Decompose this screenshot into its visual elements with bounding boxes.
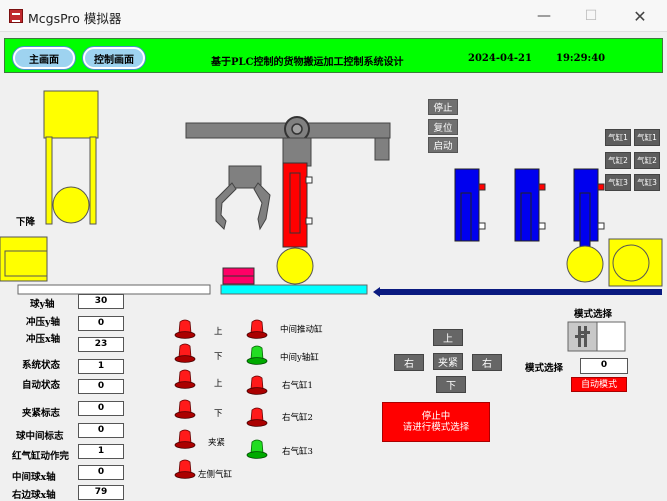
blue-cylinder-3 — [566, 168, 605, 283]
readout-value: 79 — [78, 485, 124, 500]
mode-value: 0 — [580, 358, 628, 374]
lamp-icon — [174, 459, 196, 479]
stop-button[interactable]: 停止 — [428, 99, 458, 115]
readout-label: 冲压x轴 — [26, 334, 61, 345]
readout-label: 中间球x轴 — [12, 472, 56, 483]
start-button[interactable]: 启动 — [428, 137, 458, 153]
readout-value: 0 — [78, 423, 124, 438]
manual-clamp-button[interactable]: 夹紧 — [433, 353, 463, 370]
indicator-label: 左侧气缸 — [198, 470, 233, 480]
hmi-canvas: 主画面 控制画面 基于PLC控制的货物搬运加工控制系统设计 2024-04-21… — [0, 33, 667, 501]
left-storage-box — [0, 236, 48, 282]
manual-right-button[interactable]: 右 — [472, 354, 502, 371]
mode-toggle-switch[interactable] — [567, 321, 626, 352]
auto-mode-badge: 自动模式 — [571, 377, 627, 392]
window-titlebar: McgsPro 模拟器 — ☐ ✕ — [0, 0, 667, 32]
window-title: McgsPro 模拟器 — [28, 11, 122, 26]
status-message-box: 停止中 请进行模式选择 — [382, 402, 490, 442]
indicator-label: 右气缸3 — [282, 447, 313, 457]
lamp-icon — [246, 319, 268, 339]
indicator-label: 右气缸2 — [282, 413, 313, 423]
readout-label: 右边球x轴 — [12, 490, 56, 501]
lamp-icon — [246, 375, 268, 395]
indicator-label: 上 — [214, 327, 223, 337]
readout-label: 自动状态 — [22, 380, 61, 391]
readout-value: 0 — [78, 316, 124, 331]
lamp-icon — [246, 407, 268, 427]
readout-label: 系统状态 — [22, 360, 61, 371]
readout-value: 1 — [78, 444, 124, 459]
maximize-button[interactable]: ☐ — [568, 0, 614, 32]
readout-value: 0 — [78, 465, 124, 480]
blue-cylinder-1 — [454, 168, 486, 242]
lamp-icon — [174, 429, 196, 449]
lamp-icon — [174, 319, 196, 339]
indicator-label: 下 — [214, 352, 223, 362]
mode-selection-title: 模式选择 — [574, 309, 613, 320]
cylinder-2-button-a[interactable]: 气缸2 — [605, 152, 631, 169]
robot-arm — [185, 116, 391, 285]
right-storage-box — [608, 238, 663, 287]
cylinder-3-button-a[interactable]: 气缸3 — [605, 174, 631, 191]
cylinder-1-button-a[interactable]: 气缸1 — [605, 129, 631, 146]
status-line-2: 请进行模式选择 — [402, 422, 470, 433]
center-platform — [220, 284, 368, 295]
press-down-label: 下降 — [16, 217, 36, 228]
indicator-label: 下 — [214, 409, 223, 419]
readout-label: 夹紧标志 — [22, 408, 61, 419]
lamp-icon — [174, 399, 196, 419]
cylinder-2-button-b[interactable]: 气缸2 — [634, 152, 660, 169]
manual-left-button[interactable]: 右 — [394, 354, 424, 371]
manual-down-button[interactable]: 下 — [436, 376, 466, 393]
minimize-button[interactable]: — — [521, 0, 567, 32]
readout-label: 球中间标志 — [16, 431, 64, 442]
reset-button[interactable]: 复位 — [428, 119, 458, 135]
left-conveyor — [17, 284, 211, 295]
manual-up-button[interactable]: 上 — [433, 329, 463, 346]
app-logo-icon — [9, 9, 23, 23]
indicator-label: 夹紧 — [208, 438, 226, 448]
right-conveyor — [378, 289, 662, 295]
readout-value: 0 — [78, 401, 124, 416]
lamp-icon — [246, 345, 268, 365]
lamp-icon — [174, 343, 196, 363]
cylinder-3-button-b[interactable]: 气缸3 — [634, 174, 660, 191]
readout-label: 球y轴 — [30, 299, 55, 310]
indicator-label: 上 — [214, 379, 223, 389]
blue-cylinder-2 — [514, 168, 546, 242]
readout-label: 红气缸动作完 — [12, 451, 70, 462]
press-machine — [43, 90, 99, 225]
readout-value: 30 — [78, 294, 124, 309]
cylinder-1-button-b[interactable]: 气缸1 — [634, 129, 660, 146]
readout-value: 0 — [78, 379, 124, 394]
status-line-1: 停止中 — [421, 411, 451, 422]
mode-selection-label: 模式选择 — [525, 363, 564, 374]
close-button[interactable]: ✕ — [617, 0, 663, 32]
indicator-label: 右气缸1 — [282, 381, 313, 391]
indicator-label: 中间y轴缸 — [280, 353, 319, 363]
readout-value: 1 — [78, 359, 124, 374]
lamp-icon — [246, 439, 268, 459]
indicator-label: 中间推动缸 — [280, 325, 323, 335]
lamp-icon — [174, 369, 196, 389]
readout-value: 23 — [78, 337, 124, 352]
readout-label: 冲压y轴 — [26, 317, 61, 328]
